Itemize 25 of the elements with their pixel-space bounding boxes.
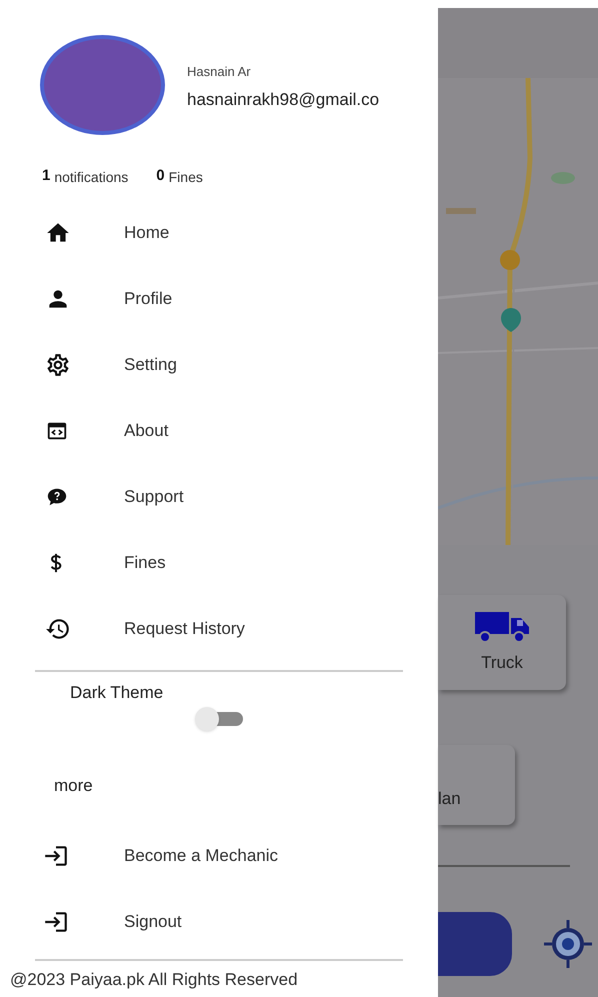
menu-item[interactable]: Fines [0,530,438,596]
vehicle-card[interactable]: lan [438,745,515,825]
menu-item[interactable]: Setting [0,332,438,398]
more-heading: more [54,775,94,797]
copyright-text: @2023 Paiyaa.pk All Rights Reserved [10,968,299,990]
user-name: Hasnain Ar [187,62,252,80]
dark-theme-switch[interactable] [195,707,245,731]
count-label: notifications [54,168,128,186]
menu-item[interactable]: Home [0,200,438,266]
truck-icon [473,610,531,644]
dark-theme-label: Dark Theme [70,682,164,704]
settings-icon [45,352,71,378]
menu-item[interactable]: Support [0,464,438,530]
count-value: 0 [156,166,165,186]
menu-item[interactable]: Become a Mechanic [0,822,438,888]
action-button[interactable] [438,912,512,976]
locate-icon[interactable] [542,918,594,970]
menu-item[interactable]: Request History [0,596,438,662]
count-label: Fines [168,168,203,186]
user-email: hasnainrakh98@gmail.co [187,89,380,111]
count-value: 1 [42,166,50,186]
menu-item[interactable]: About [0,398,438,464]
menu-item[interactable]: Signout [0,888,438,954]
vehicle-card[interactable]: Truck [438,595,566,690]
menu-item[interactable]: Profile [0,266,438,332]
